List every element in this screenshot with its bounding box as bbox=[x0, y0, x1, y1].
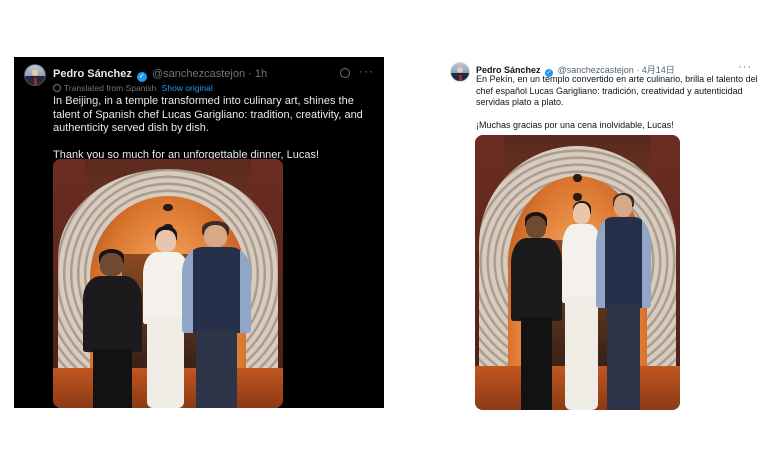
dark-tweet-card[interactable]: Pedro Sánchez ✓ @sanchezcastejon · 1h ··… bbox=[14, 57, 384, 408]
tweet-text: En Pekín, en un templo convertido en art… bbox=[476, 74, 758, 143]
timestamp[interactable]: 1h bbox=[255, 68, 267, 80]
show-original-link[interactable]: Show original bbox=[162, 83, 213, 93]
more-icon[interactable]: ··· bbox=[738, 61, 752, 73]
avatar[interactable] bbox=[24, 64, 46, 86]
tweet-text-paragraph-1: In Beijing, in a temple transformed into… bbox=[53, 95, 363, 134]
tweet-photo[interactable] bbox=[475, 135, 680, 410]
avatar[interactable] bbox=[450, 62, 470, 82]
grok-icon[interactable] bbox=[340, 68, 350, 78]
translated-label: Translated from Spanish bbox=[64, 83, 157, 93]
author-handle[interactable]: @sanchezcastejon bbox=[152, 68, 245, 80]
light-tweet-card[interactable]: Pedro Sánchez ✓ @sanchezcastejon · 4月14日… bbox=[444, 57, 760, 415]
author-line: Pedro Sánchez ✓ @sanchezcastejon · 1h bbox=[53, 68, 267, 82]
more-icon[interactable]: ··· bbox=[359, 64, 374, 78]
tweet-text-paragraph-2: ¡Muchas gracias por una cena inolvidable… bbox=[476, 120, 674, 130]
separator: · bbox=[248, 68, 252, 80]
tweet-photo[interactable] bbox=[53, 159, 283, 408]
globe-icon bbox=[53, 84, 61, 92]
author-name[interactable]: Pedro Sánchez bbox=[53, 68, 132, 80]
tweet-text-paragraph-1: En Pekín, en un templo convertido en art… bbox=[476, 74, 758, 107]
translation-notice: Translated from Spanish Show original bbox=[53, 83, 213, 93]
verified-icon: ✓ bbox=[136, 72, 147, 82]
